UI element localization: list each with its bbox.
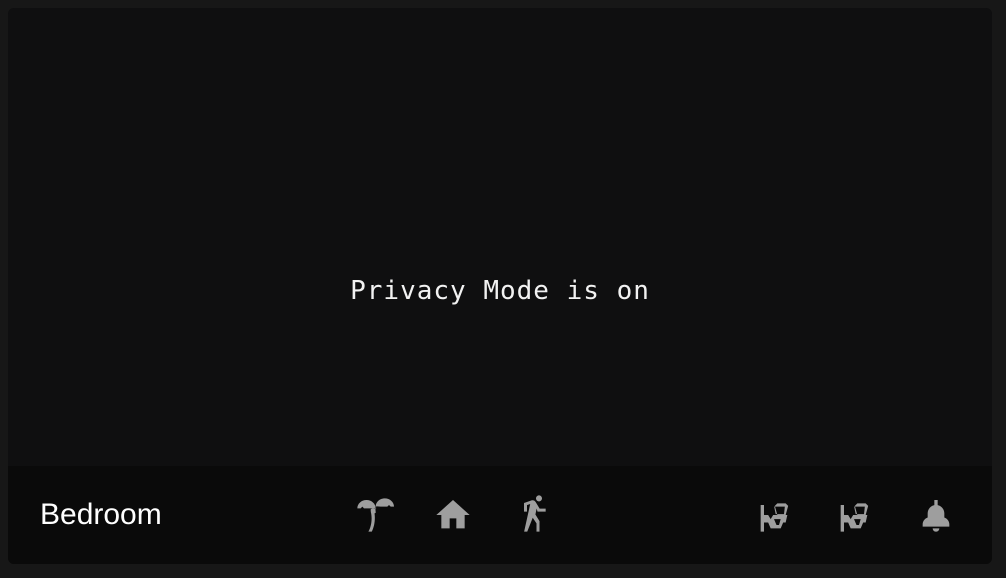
walk-icon[interactable] [510,491,558,539]
home-icon[interactable] [429,491,477,539]
privacy-mode-text: Privacy Mode is on [350,276,650,306]
camera-view[interactable]: Privacy Mode is on [8,8,992,466]
room-name: Bedroom [40,498,162,531]
palm-tree-icon[interactable] [350,491,398,539]
outdoor-lamp-icon[interactable] [830,491,878,539]
card-footer: Bedroom [8,466,992,564]
ceiling-light-icon[interactable] [912,491,960,539]
camera-card: Privacy Mode is on Bedroom [8,8,992,564]
outdoor-lamp-icon[interactable] [750,491,798,539]
